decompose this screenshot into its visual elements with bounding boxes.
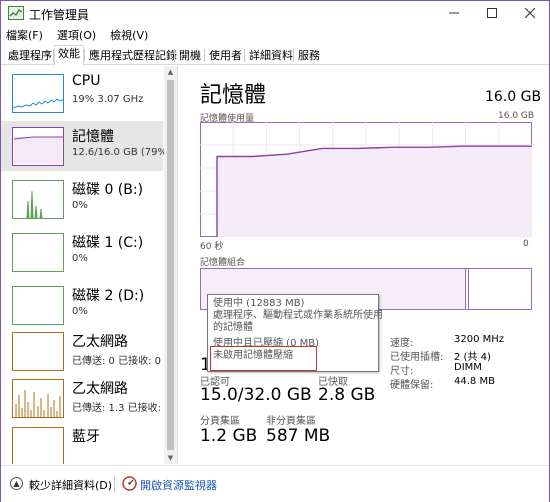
close-button[interactable]	[513, 1, 547, 25]
tooltip-line: 處理程序、驅動程式或作業系統所使用	[213, 310, 383, 321]
maximize-icon	[487, 8, 497, 18]
scroll-down-arrow-icon[interactable]: ▼	[164, 452, 177, 464]
ethernet-1-graph-thumbnail	[12, 332, 64, 371]
composition-label: 記憶體組合	[200, 258, 246, 268]
open-resource-monitor-link[interactable]: 開啟資源監視器	[140, 477, 217, 493]
graph-axis-left-label: 60 秒	[200, 242, 224, 252]
footer-divider	[114, 475, 115, 492]
sidebar-item-detail: 0%	[72, 306, 88, 317]
spec-speed-value: 3200 MHz	[454, 334, 505, 345]
tab-details[interactable]: 詳細資料	[245, 47, 297, 65]
resource-monitor-icon	[122, 476, 137, 491]
spec-slots-label: 已使用插槽:	[390, 352, 444, 363]
memory-usage-graph	[200, 122, 532, 237]
cpu-graph-thumbnail	[12, 74, 64, 113]
committed-value-display: 15.0/32.0 GB	[200, 385, 312, 405]
tab-users[interactable]: 使用者	[205, 47, 246, 65]
ethernet-2-graph-thumbnail	[12, 379, 64, 418]
bluetooth-graph-thumbnail	[12, 427, 64, 464]
window-title: 工作管理員	[29, 8, 90, 22]
scroll-thumb[interactable]	[167, 80, 174, 450]
disk-2-graph-thumbnail	[12, 286, 64, 325]
composition-divider	[468, 269, 469, 309]
chevron-up-icon[interactable]: ▲	[10, 477, 23, 490]
sidebar-item-ethernet-2[interactable]: 乙太網路 已傳送: 1.3 已接收: 0	[1, 373, 171, 423]
spec-speed-label: 速度:	[390, 338, 414, 349]
composition-divider	[465, 269, 466, 309]
sidebar-item-detail: 19% 3.07 GHz	[72, 94, 144, 105]
sidebar-item-disk-1[interactable]: 磁碟 1 (C:) 0%	[1, 227, 163, 277]
nonpaged-pool-value: 587 MB	[266, 426, 331, 446]
tab-performance[interactable]: 效能	[54, 45, 84, 66]
sidebar-item-detail: 已傳送: 1.3 已接收: 0	[72, 403, 171, 414]
paged-pool-label: 分頁集區	[200, 416, 240, 427]
scroll-up-arrow-icon[interactable]: ▲	[164, 66, 177, 78]
tab-startup[interactable]: 開機	[175, 47, 205, 65]
spec-reserved-value: 44.8 MB	[454, 376, 495, 387]
graph-axis-right-label: 0	[523, 239, 529, 249]
menu-bar: 檔案(F) 選項(O) 檢視(V)	[1, 25, 549, 45]
task-manager-icon	[8, 6, 24, 20]
fewer-details-button[interactable]: 較少詳細資料(D)	[29, 477, 112, 493]
memory-graph-thumbnail	[12, 127, 64, 166]
menu-file[interactable]: 檔案(F)	[6, 27, 43, 43]
minimize-icon	[449, 12, 459, 14]
page-title: 記憶體	[200, 83, 267, 108]
usage-graph-max: 16.0 GB	[498, 111, 535, 121]
tab-processes[interactable]: 處理程序	[4, 47, 56, 65]
sidebar-item-title: 磁碟 2 (D:)	[72, 288, 145, 304]
minimize-button[interactable]	[437, 1, 471, 25]
menu-view[interactable]: 檢視(V)	[110, 27, 148, 43]
sidebar-item-detail: 0%	[72, 253, 88, 264]
sidebar-item-detail: 12.6/16.0 GB (79%)	[72, 147, 171, 158]
sidebar-item-title: 乙太網路	[72, 381, 128, 397]
disk-1-graph-thumbnail	[12, 233, 64, 272]
sidebar-item-cpu[interactable]: CPU 19% 3.07 GHz	[1, 68, 163, 118]
sidebar-item-title: 乙太網路	[72, 334, 128, 350]
tab-app-history[interactable]: 應用程式歷程記錄	[85, 47, 181, 65]
sidebar-item-bluetooth[interactable]: 藍牙	[1, 421, 163, 464]
sidebar-item-disk-2[interactable]: 磁碟 2 (D:) 0%	[1, 280, 163, 330]
sidebar-scrollbar[interactable]: ▲ ▼	[164, 66, 177, 464]
sidebar-item-memory[interactable]: 記憶體 12.6/16.0 GB (79%)	[1, 121, 171, 171]
tooltip-line: 使用中 (12883 MB)	[213, 298, 305, 309]
paged-pool-value: 1.2 GB	[200, 426, 258, 446]
resource-sidebar: CPU 19% 3.07 GHz 記憶體 12.6/16.0 GB (79%) …	[1, 66, 178, 464]
tooltip-highlight-box	[210, 346, 317, 371]
sidebar-item-detail: 0%	[72, 200, 88, 211]
title-bar: 工作管理員	[1, 1, 549, 25]
memory-total: 16.0 GB	[485, 89, 542, 105]
sidebar-item-detail: 已傳送: 0 已接收: 0 K	[72, 356, 171, 367]
sidebar-item-title: 記憶體	[72, 129, 114, 145]
cached-value: 2.8 GB	[318, 385, 376, 405]
tab-bar: 處理程序 效能 應用程式歷程記錄 開機 使用者 詳細資料 服務	[1, 45, 549, 66]
sidebar-item-title: CPU	[72, 73, 101, 89]
sidebar-item-title: 磁碟 1 (C:)	[72, 235, 144, 251]
spec-form-factor-label: 尺寸:	[390, 366, 414, 377]
task-manager-window: 工作管理員 檔案(F) 選項(O) 檢視(V) 處理程序 效能 應用程式歷程記錄…	[0, 0, 550, 502]
sidebar-item-title: 藍牙	[72, 429, 100, 445]
disk-0-graph-thumbnail	[12, 180, 64, 219]
spec-slots-value: 2 (共 4)	[454, 352, 491, 363]
tooltip-line: 的記憶體	[213, 322, 253, 333]
sidebar-item-title: 磁碟 0 (B:)	[72, 182, 144, 198]
menu-options[interactable]: 選項(O)	[57, 27, 96, 43]
maximize-button[interactable]	[475, 1, 509, 25]
spec-reserved-label: 硬體保留:	[390, 380, 434, 391]
spec-form-factor-value: DIMM	[454, 362, 482, 373]
nonpaged-pool-label: 非分頁集區	[266, 416, 316, 427]
footer-bar: ▲ 較少詳細資料(D) 開啟資源監視器	[1, 465, 549, 502]
close-icon	[525, 8, 535, 18]
tab-services[interactable]: 服務	[294, 47, 324, 65]
usage-area-fill	[217, 146, 532, 237]
sidebar-item-disk-0[interactable]: 磁碟 0 (B:) 0%	[1, 174, 163, 224]
sidebar-item-ethernet-1[interactable]: 乙太網路 已傳送: 0 已接收: 0 K	[1, 326, 171, 376]
